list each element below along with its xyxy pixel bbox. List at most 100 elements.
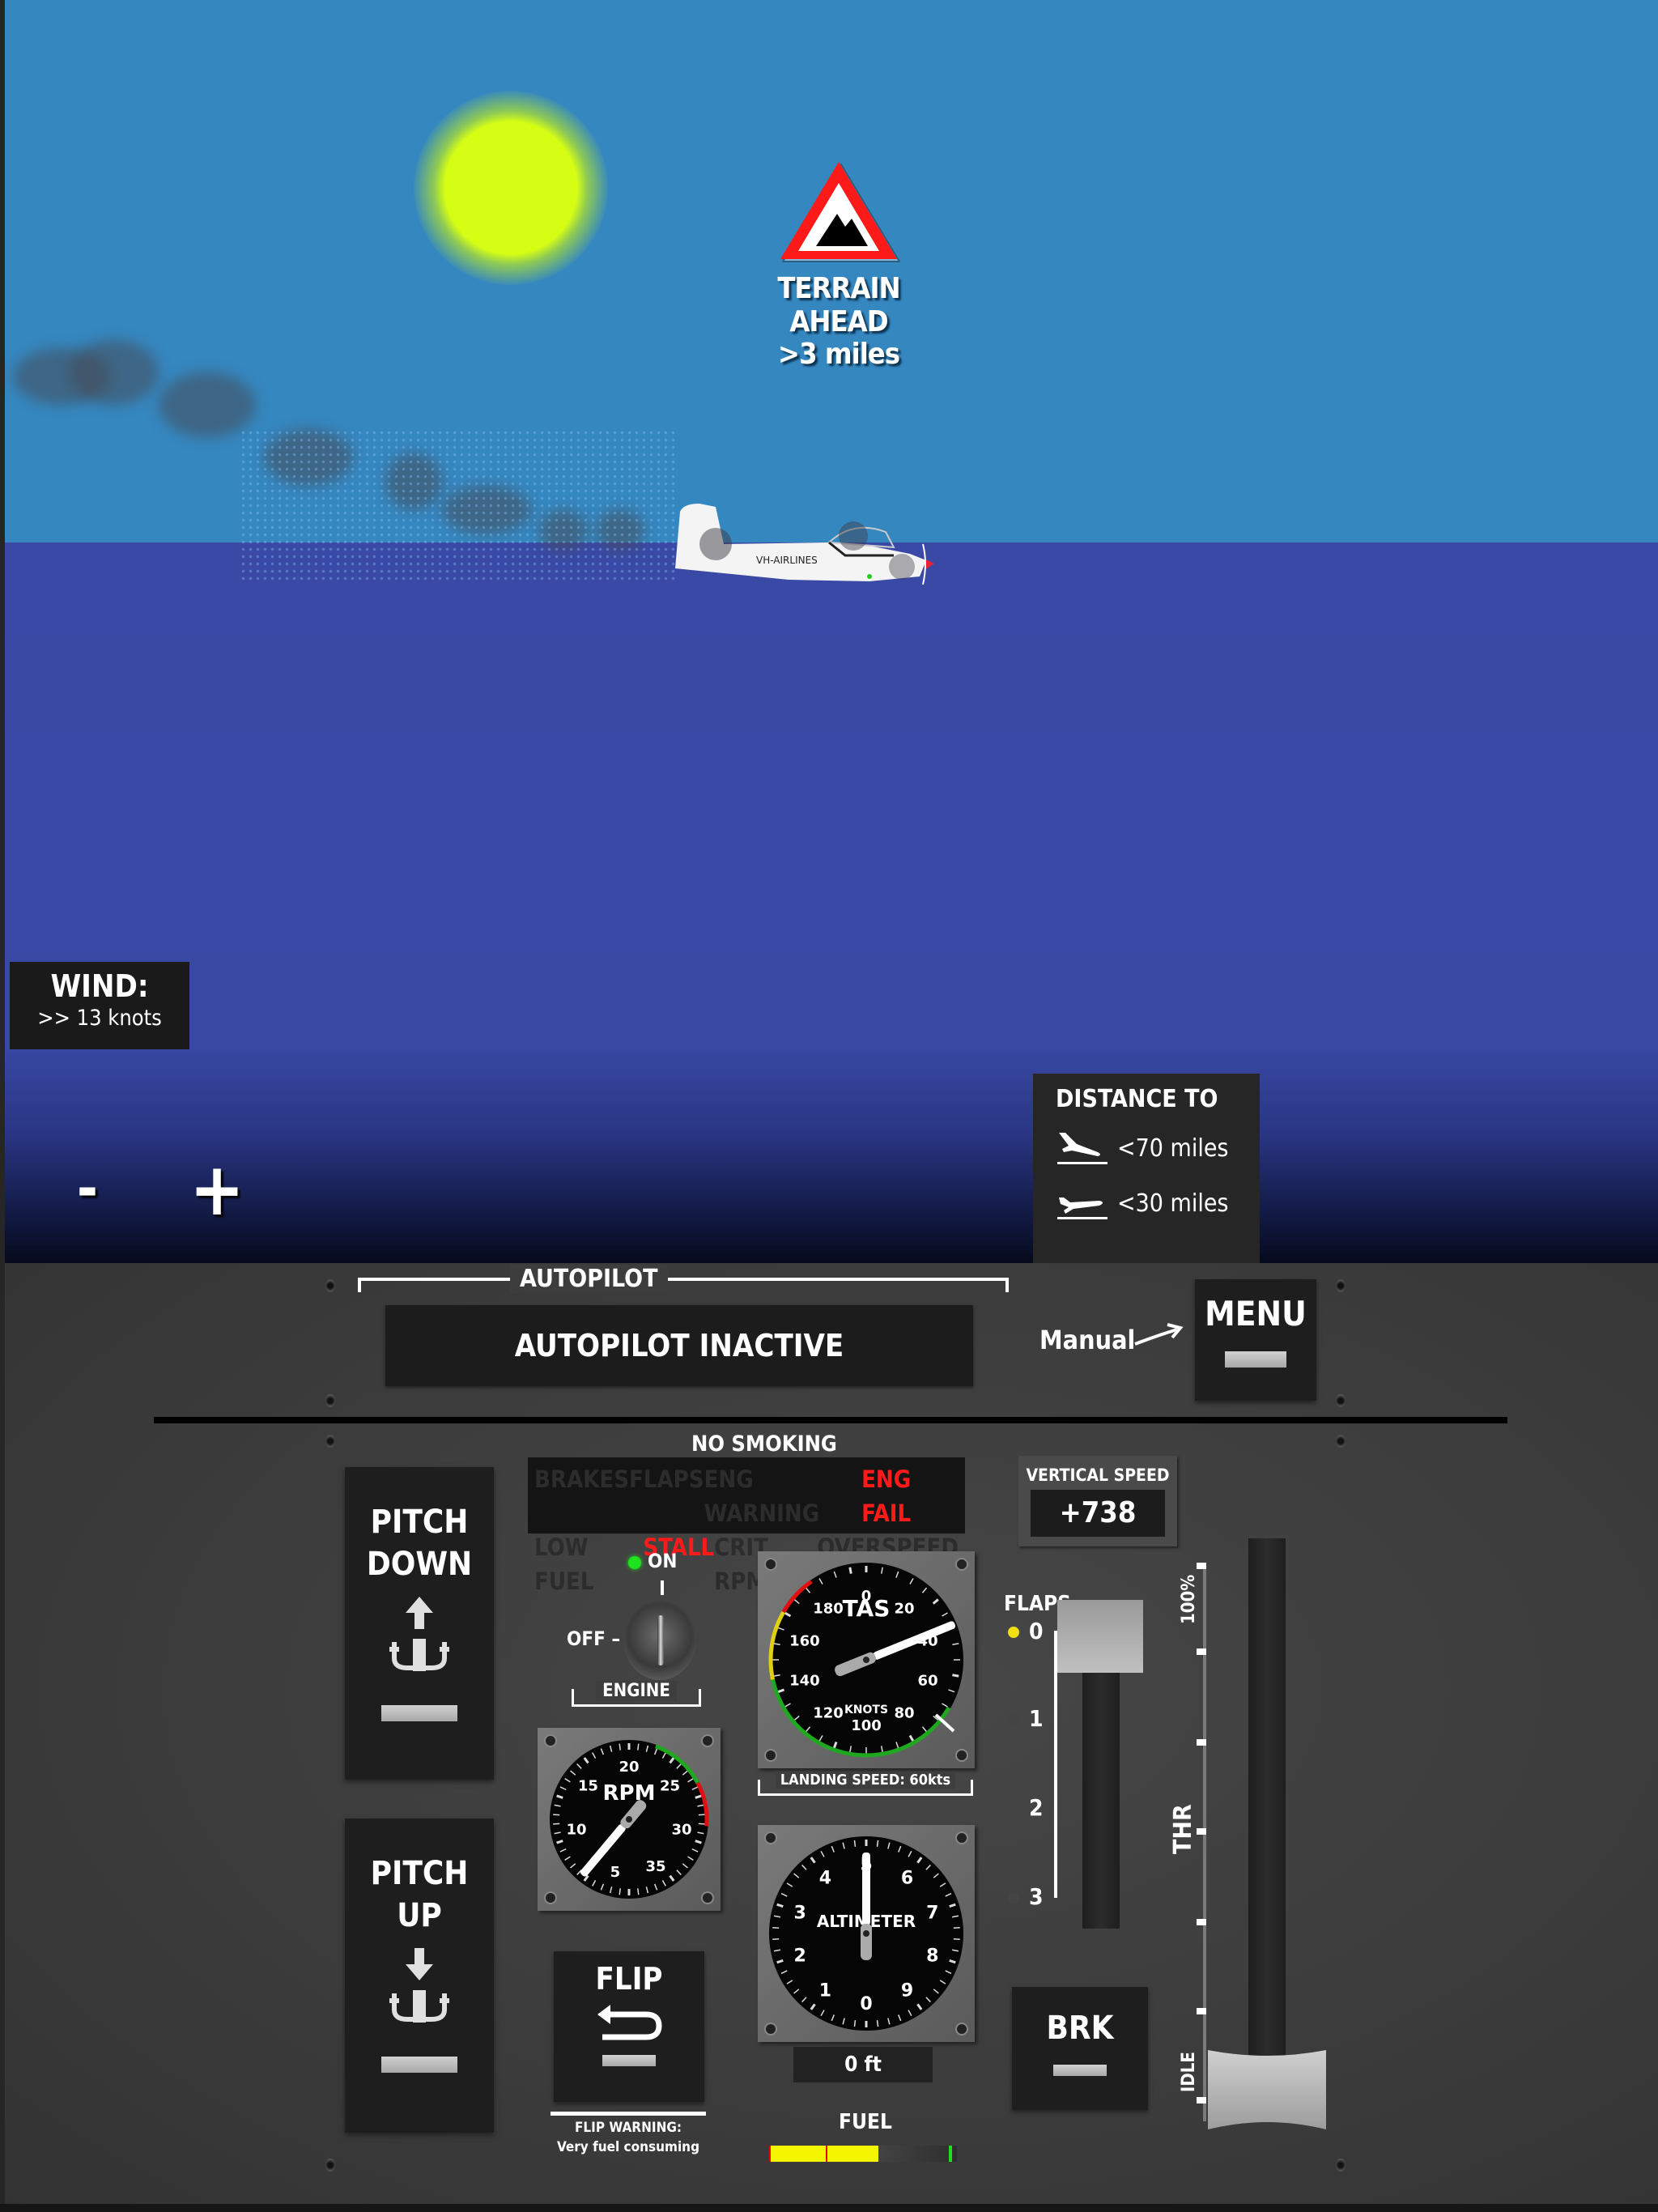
pitch-up-indicator	[381, 2057, 457, 2073]
autopilot-bracket	[358, 1278, 1009, 1292]
altimeter-needle	[861, 1853, 872, 1960]
altimeter-gauge-face: 0123456789ALTIMETER	[764, 1831, 968, 2035]
rpm-tick-label: 20	[619, 1759, 639, 1776]
gauge-tick	[553, 1814, 560, 1816]
flip-warning-title: FLIP WARNING:	[574, 2120, 682, 2136]
flap-position-2[interactable]: 2	[1008, 1794, 1056, 1821]
wind-label: WIND:	[50, 968, 149, 1004]
throttle-tick	[1197, 2008, 1206, 2014]
throttle-tick	[1197, 1828, 1206, 1835]
smoke-puff	[70, 340, 159, 405]
tas-tick-label: 120	[813, 1705, 844, 1722]
flap-position-label: 0	[1029, 1618, 1044, 1644]
flap-led	[1008, 1714, 1019, 1725]
tas-unit-label: KNOTS	[844, 1704, 888, 1716]
screw-icon	[764, 1749, 777, 1762]
zoom-out-button[interactable]: -	[63, 1160, 112, 1221]
rpm-gauge-face: 5 10 15 20 25 30 35 RPM	[544, 1734, 714, 1904]
throttle-lever-handle[interactable]	[1208, 2050, 1326, 2129]
rpm-tick-label: 30	[671, 1821, 691, 1838]
throttle-tick	[1197, 1739, 1206, 1746]
flap-led	[1008, 1627, 1019, 1638]
water-spray	[240, 429, 677, 583]
screw-icon	[1336, 1435, 1346, 1448]
gauge-tick	[953, 1926, 960, 1929]
flap-position-0[interactable]: 0	[1008, 1618, 1056, 1644]
flight-scene: VH-AIRLINES TERRAIN AHEAD >3 miles WIND:…	[5, 0, 1658, 1263]
altimeter-tick-label: 2	[794, 1946, 806, 1967]
flap-position-1[interactable]: 1	[1008, 1705, 1056, 1732]
bottom-frame-edge	[0, 2204, 1658, 2212]
engine-on-led	[628, 1556, 641, 1569]
brake-button[interactable]: BRK	[1012, 1987, 1148, 2110]
wind-value: >> 13 knots	[37, 1006, 162, 1031]
gauge-tick	[698, 1823, 705, 1825]
screw-icon	[1336, 1394, 1346, 1407]
altimeter-tick-label: 6	[901, 1868, 913, 1888]
landing-speed-label: LANDING SPEED: 60kts	[775, 1772, 956, 1789]
pitch-up-label: PITCH UP	[345, 1853, 494, 1937]
screw-icon	[701, 1734, 714, 1747]
screw-icon	[764, 1831, 777, 1844]
screw-icon	[955, 1831, 968, 1844]
rpm-gauge: 5 10 15 20 25 30 35 RPM	[538, 1728, 721, 1911]
screw-icon	[325, 2159, 335, 2172]
flaps-lever-handle[interactable]	[1057, 1600, 1143, 1673]
gauge-tick	[952, 1674, 959, 1678]
flap-position-3[interactable]: 3	[1008, 1883, 1056, 1910]
screw-icon	[955, 2023, 968, 2035]
sun	[414, 91, 608, 285]
tas-tick-label: 60	[918, 1673, 938, 1690]
altimeter-gauge: 0123456789ALTIMETER	[758, 1825, 975, 2042]
altitude-readout: 0 ft	[793, 2047, 933, 2082]
smoke-puff	[159, 372, 256, 437]
landing-speed-bracket: LANDING SPEED: 60kts	[758, 1772, 973, 1796]
autopilot-section-label: AUTOPILOT	[510, 1265, 668, 1293]
gauge-tick	[619, 1888, 621, 1895]
engine-on-tick	[661, 1580, 664, 1595]
throttle-scale	[1203, 1563, 1206, 2121]
gauge-tick	[637, 1743, 640, 1750]
altimeter-tick-label: 7	[926, 1903, 938, 1923]
autopilot-status-display[interactable]: AUTOPILOT INACTIVE	[385, 1305, 973, 1386]
pitch-up-button[interactable]: PITCH UP	[345, 1819, 494, 2133]
altimeter-tick-label: 4	[819, 1868, 831, 1888]
brake-indicator	[1053, 2065, 1107, 2076]
screw-icon	[955, 1558, 968, 1571]
screw-icon	[325, 1394, 335, 1407]
distance-panel: DISTANCE TO <70 miles <30 miles	[1033, 1074, 1260, 1263]
screw-icon	[764, 1558, 777, 1571]
warning-eng-fail: ENG FAIL	[861, 1465, 912, 1527]
gauge-tick	[772, 1938, 780, 1941]
throttle-tick	[1197, 1563, 1206, 1569]
rpm-tick-label: 5	[610, 1864, 621, 1881]
engine-switch-knob[interactable]	[623, 1599, 696, 1680]
flip-button[interactable]: FLIP	[554, 1951, 704, 2102]
flap-led	[1008, 1803, 1019, 1814]
altimeter-tick-label: 1	[819, 1981, 831, 2001]
gauge-tick	[848, 1567, 852, 1574]
throttle-idle-label: IDLE	[1179, 2052, 1199, 2092]
u-turn-arrow-icon	[597, 2005, 662, 2040]
rpm-tick-label: 15	[578, 1778, 598, 1795]
distance-row-takeoff: <30 miles	[1056, 1183, 1260, 1223]
gauge-tick	[853, 2020, 857, 2027]
no-smoking-sign: NO SMOKING	[691, 1431, 837, 1457]
warning-eng-warning: ENG WARNING	[704, 1465, 820, 1527]
engine-on-label: ON	[648, 1550, 678, 1572]
screw-icon	[544, 1734, 557, 1747]
pitch-down-button[interactable]: PITCH DOWN	[345, 1467, 494, 1780]
engine-section-label: ENGINE	[596, 1681, 677, 1701]
engine-off-text: OFF	[567, 1627, 606, 1650]
pitch-up-line2: UP	[397, 1897, 442, 1934]
menu-button[interactable]: MENU	[1195, 1279, 1316, 1401]
pitch-down-line2: DOWN	[366, 1546, 473, 1583]
screw-icon	[701, 1891, 714, 1904]
flip-warning: FLIP WARNING: Very fuel consuming	[542, 2118, 714, 2157]
pitch-up-line1: PITCH	[370, 1855, 469, 1892]
wind-indicator: WIND: >> 13 knots	[10, 962, 189, 1049]
landing-airport-icon	[1057, 1133, 1107, 1164]
throttle-slider-track	[1248, 1538, 1286, 2105]
gauge-tick	[619, 1743, 621, 1750]
zoom-in-button[interactable]: +	[185, 1154, 249, 1227]
